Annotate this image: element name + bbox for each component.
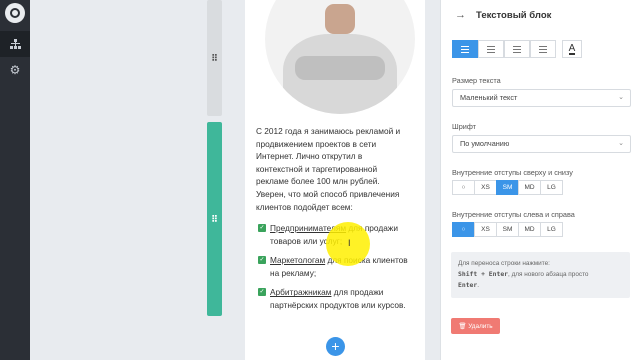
align-justify-icon (539, 45, 547, 53)
hpad-lg-option[interactable]: LG (540, 222, 563, 237)
chevron-down-icon: ⌄ (618, 94, 624, 101)
vpad-md-option[interactable]: MD (518, 180, 541, 195)
horizontal-padding-group: ○ XS SM MD LG (452, 222, 563, 237)
panel-header: → Текстовый блок (441, 0, 640, 30)
text-size-select[interactable]: Маленький текст ⌄ (452, 89, 631, 107)
logo-icon[interactable] (5, 3, 25, 23)
gear-icon[interactable]: ⚙ (0, 57, 30, 83)
check-icon: ✓ (258, 256, 266, 265)
list-item[interactable]: ✓ Арбитражникам для продажи партнёрских … (258, 286, 410, 311)
delete-block-button[interactable]: 🗑 Удалить (451, 318, 500, 334)
font-select[interactable]: По умолчанию ⌄ (452, 135, 631, 153)
vpad-sm-option[interactable]: SM (496, 180, 519, 195)
profile-photo[interactable] (265, 0, 415, 114)
align-center-icon (487, 45, 495, 53)
text-caret: I (348, 238, 351, 248)
hint-end-text: . (477, 282, 480, 289)
check-icon: ✓ (258, 288, 266, 297)
hint-line-1: Для переноса строки нажмите: (458, 260, 550, 267)
chevron-down-icon: ⌄ (618, 140, 624, 147)
text-align-group: A (452, 40, 582, 58)
align-left-icon (461, 45, 469, 53)
line-break-hint: Для переноса строки нажмите: Shift + Ent… (451, 252, 630, 298)
font-label: Шрифт (452, 122, 477, 131)
sitemap-icon[interactable] (0, 31, 30, 57)
check-icon: ✓ (258, 224, 266, 232)
align-right-button[interactable] (504, 40, 530, 58)
hpad-none-option[interactable]: ○ (452, 222, 475, 237)
align-center-button[interactable] (478, 40, 504, 58)
horizontal-padding-label: Внутренние отступы слева и справа (452, 210, 575, 219)
font-value: По умолчанию (460, 139, 510, 148)
left-rail: ⚙ (0, 0, 30, 360)
hint-mid-text: , для нового абзаца просто (508, 271, 589, 278)
vpad-lg-option[interactable]: LG (540, 180, 563, 195)
align-left-button[interactable] (452, 40, 478, 58)
block-drag-handle[interactable]: ⠿ (207, 0, 222, 116)
align-right-icon (513, 45, 521, 53)
vertical-padding-group: ○ XS SM MD LG (452, 180, 563, 195)
hpad-xs-option[interactable]: XS (474, 222, 497, 237)
text-size-label: Размер текста (452, 76, 501, 85)
text-color-button[interactable]: A (562, 40, 582, 58)
list-item-link[interactable]: Арбитражникам (270, 287, 331, 297)
list-item-link[interactable]: Маркетологам (270, 255, 325, 265)
font-color-icon: A (568, 42, 576, 55)
text-block-paragraph[interactable]: С 2012 года я занимаюсь рекламой и продв… (256, 125, 406, 213)
vpad-xs-option[interactable]: XS (474, 180, 497, 195)
hint-key-enter: Enter (458, 281, 478, 289)
vertical-padding-label: Внутренние отступы сверху и снизу (452, 168, 573, 177)
hint-line-2: Shift + Enter, для нового абзаца просто (458, 269, 623, 280)
arrow-right-icon[interactable]: → (455, 9, 466, 21)
vpad-none-option[interactable]: ○ (452, 180, 475, 195)
hpad-sm-option[interactable]: SM (496, 222, 519, 237)
active-block-drag-handle[interactable]: ⠿ (207, 122, 222, 316)
settings-panel: → Текстовый блок A Размер текста Маленьк… (440, 0, 640, 360)
panel-title: Текстовый блок (476, 9, 552, 21)
add-block-button[interactable]: + (326, 337, 345, 356)
hpad-md-option[interactable]: MD (518, 222, 541, 237)
hint-key-shift-enter: Shift + Enter (458, 270, 509, 278)
text-size-value: Маленький текст (460, 93, 518, 102)
align-justify-button[interactable] (530, 40, 556, 58)
hint-line-3: Enter. (458, 280, 623, 291)
